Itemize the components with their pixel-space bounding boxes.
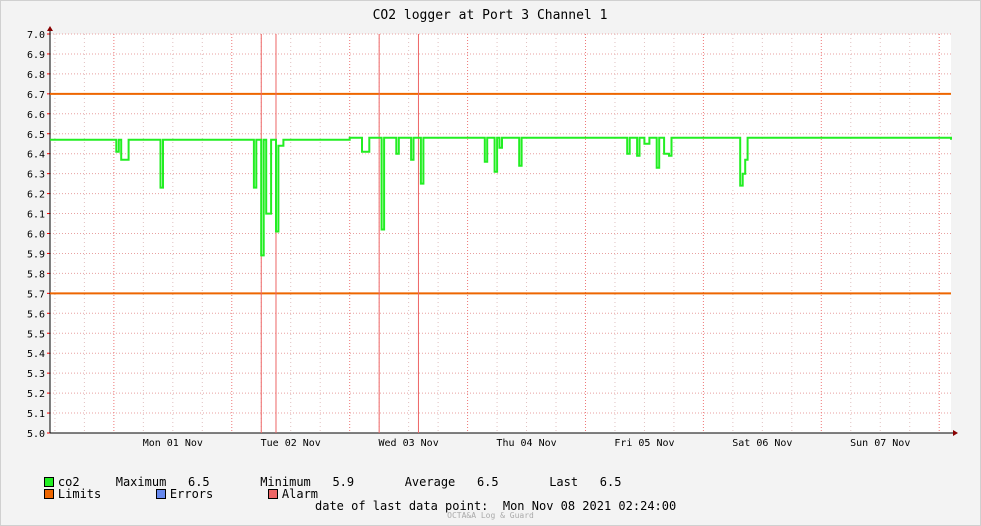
x-tick-label: Tue 02 Nov: [261, 438, 321, 449]
credit-text: OCTA&A Log & Guard: [447, 511, 534, 520]
chart-panel: 5.0 5.1 5.2 5.3 5.4 5.5 5.6 5.7 5.8 5.9 6.0 6.1 6.2 6…: [0, 0, 981, 526]
y-tick-label: 6.0: [27, 230, 45, 241]
x-tick-label: Mon 01 Nov: [143, 438, 203, 449]
y-tick-label: 6.7: [27, 90, 45, 101]
y-tick-label: 6.3: [27, 170, 45, 181]
y-tick-label: 6.8: [27, 70, 45, 81]
y-tick-label: 7.0: [27, 30, 45, 41]
y-tick-label: 5.0: [27, 429, 45, 440]
x-tick-label: Thu 04 Nov: [496, 438, 556, 449]
legend-alarm: Alarm: [239, 476, 318, 512]
y-axis-arrow: [47, 26, 53, 31]
x-tick-label: Sat 06 Nov: [732, 438, 792, 449]
y-tick-label: 5.7: [27, 289, 45, 300]
errors-swatch: [155, 489, 166, 499]
legend-limits-label: Limits: [57, 487, 102, 501]
x-tick-label: Fri 05 Nov: [614, 438, 674, 449]
y-tick-label: 6.6: [27, 110, 45, 121]
y-tick-label: 6.9: [27, 50, 45, 61]
legend-row-series: co2 Maximum 6.5 Minimum 5.9 Average 6.5 …: [15, 464, 621, 500]
y-tick-label: 5.3: [27, 369, 45, 380]
legend-alarm-label: Alarm: [281, 487, 319, 501]
y-tick-label: 6.1: [27, 210, 45, 221]
y-tick-label: 5.1: [27, 409, 45, 420]
y-tick-label: 5.6: [27, 309, 45, 320]
y-tick-label: 6.5: [27, 130, 45, 141]
co2-chart: 5.0 5.1 5.2 5.3 5.4 5.5 5.6 5.7 5.8 5.9 6.0 6.1 6.2 6…: [27, 8, 958, 449]
x-tick-label: Wed 03 Nov: [379, 438, 439, 449]
limits-swatch: [43, 489, 54, 499]
alarm-swatch: [267, 489, 278, 499]
legend-row-markers: Limits: [15, 476, 101, 512]
y-tick-label: 5.9: [27, 249, 45, 260]
y-tick-label: 5.8: [27, 269, 45, 280]
y-tick-label: 6.2: [27, 190, 45, 201]
chart-title: CO2 logger at Port 3 Channel 1: [373, 8, 608, 23]
x-tick-label: Sun 07 Nov: [850, 438, 910, 449]
x-axis-arrow: [953, 430, 958, 436]
y-tick-label: 5.4: [27, 349, 45, 360]
legend-errors-label: Errors: [169, 487, 214, 501]
legend-errors: Errors: [127, 476, 213, 512]
y-tick-label: 5.2: [27, 389, 45, 400]
y-tick-label: 6.4: [27, 150, 45, 161]
y-tick-label: 5.5: [27, 329, 45, 340]
